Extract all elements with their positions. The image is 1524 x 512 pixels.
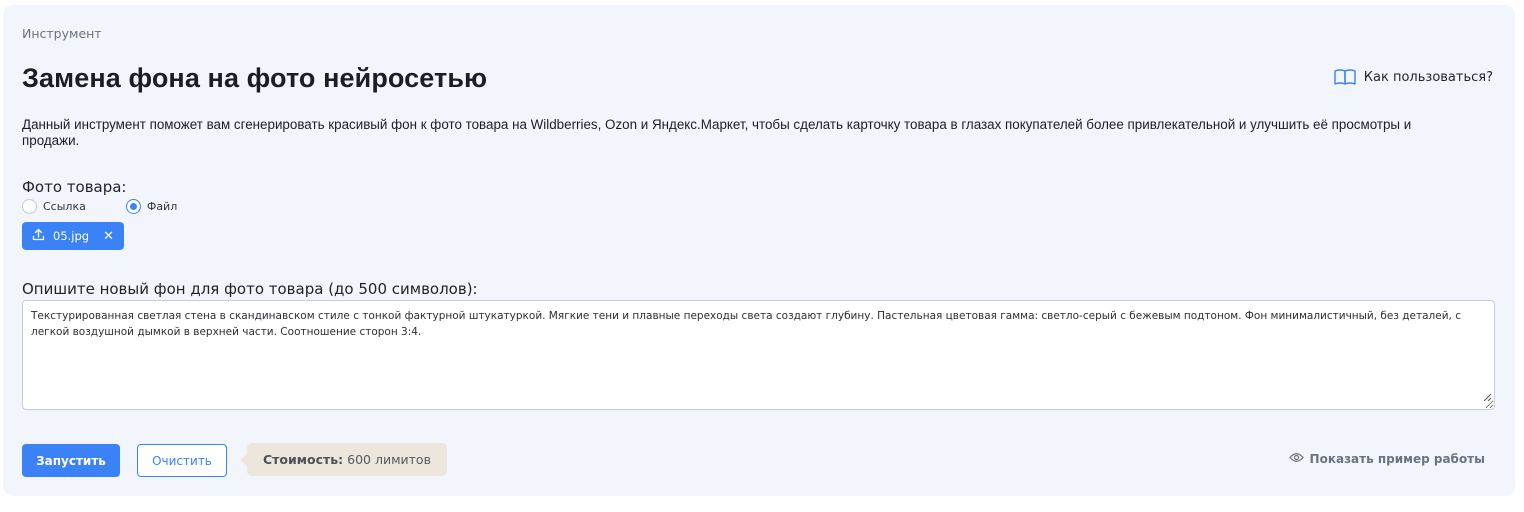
show-example-label: Показать пример работы [1309,452,1485,466]
tool-card: Инструмент Замена фона на фото нейросеть… [3,5,1515,496]
remove-file-icon[interactable]: ✕ [103,229,114,244]
photo-source-radio-group: Ссылка Файл [22,199,177,214]
cost-label: Стоимость: [263,452,344,467]
background-description-label: Опишите новый фон для фото товара (до 50… [22,280,478,298]
background-description-text: Текстурированная светлая стена в скандин… [31,310,1461,338]
page-title: Замена фона на фото нейросетью [22,63,488,93]
cost-value: 600 лимитов [347,452,431,467]
background-description-textarea[interactable]: Текстурированная светлая стена в скандин… [22,300,1495,410]
photo-section-label: Фото товара: [22,178,127,196]
uploaded-file-name: 05.jpg [53,229,90,243]
how-to-use-link[interactable]: Как пользоваться? [1334,69,1493,85]
run-button[interactable]: Запустить [22,444,120,477]
radio-file-label: Файл [146,200,178,213]
uploaded-file-chip[interactable]: 05.jpg ✕ [22,222,124,250]
radio-link[interactable]: Ссылка [22,199,86,214]
cost-badge: Стоимость: 600 лимитов [240,443,447,476]
breadcrumb: Инструмент [22,26,102,41]
radio-file[interactable]: Файл [125,199,178,214]
tool-description: Данный инструмент поможет вам сгенериров… [22,117,1412,148]
radio-link-indicator[interactable] [22,199,37,214]
radio-link-label: Ссылка [43,200,86,213]
radio-file-indicator[interactable] [125,199,141,214]
book-open-icon [1334,69,1356,85]
show-example-link[interactable]: Показать пример работы [1288,452,1485,466]
how-to-use-label: Как пользоваться? [1363,69,1493,85]
upload-icon [32,228,45,244]
resize-handle-icon[interactable] [1483,391,1492,407]
eye-icon [1288,452,1304,466]
clear-button[interactable]: Очистить [137,444,227,477]
